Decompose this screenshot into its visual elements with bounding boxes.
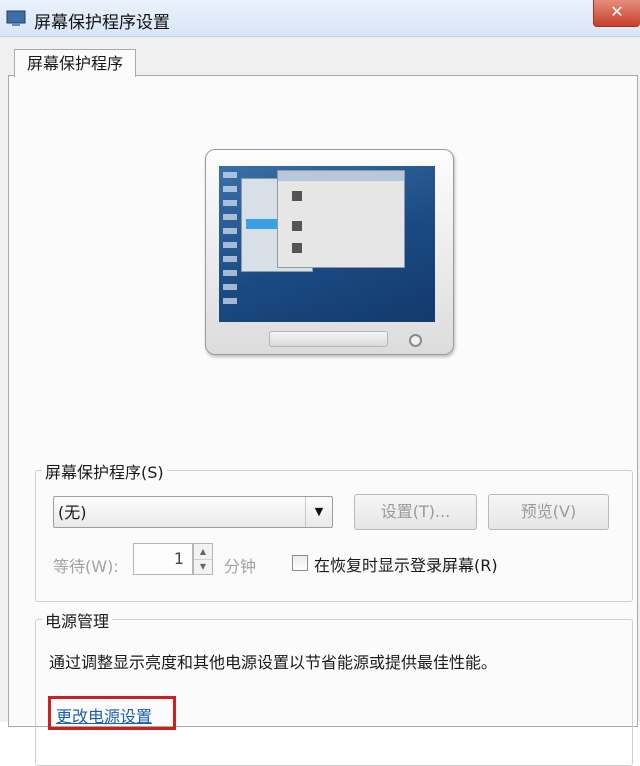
chevron-down-icon[interactable]: ▼	[305, 497, 332, 527]
minutes-label: 分钟	[224, 557, 257, 576]
monitor-base	[269, 331, 388, 347]
wait-minutes-input[interactable]: 1	[133, 543, 193, 575]
wait-label: 等待(W):	[53, 557, 119, 576]
preview-button[interactable]: 预览(V)	[488, 494, 609, 530]
power-group-label: 电源管理	[42, 608, 113, 632]
close-button[interactable]: ✕	[593, 0, 640, 27]
preview-window	[277, 170, 405, 268]
window-title: 屏幕保护程序设置	[34, 13, 170, 33]
spin-up-icon[interactable]: ▲	[194, 544, 212, 560]
screensaver-app-icon	[6, 10, 26, 26]
tab-screensaver[interactable]: 屏幕保护程序	[14, 49, 136, 77]
wait-spinner[interactable]: ▲ ▼	[193, 543, 213, 575]
resume-logon-label[interactable]: 在恢复时显示登录屏幕(R)	[314, 552, 498, 576]
settings-button[interactable]: 设置(T)...	[354, 494, 477, 530]
preview-screen	[219, 166, 435, 322]
change-power-settings-link[interactable]: 更改电源设置	[56, 703, 152, 727]
screensaver-select-value: (无)	[58, 503, 87, 522]
monitor-power-icon	[409, 334, 422, 347]
power-description: 通过调整显示亮度和其他电源设置以节省能源或提供最佳性能。	[49, 653, 498, 672]
monitor-preview	[205, 149, 454, 355]
screensaver-group: 屏幕保护程序(S) (无) ▼ 设置(T)... 预览(V) 等待(W): 1 …	[35, 459, 633, 602]
dialog-body: 屏幕保护程序 屏幕保护程序(S) (无) ▼ 设置(T)... 预览(V) 等待…	[0, 37, 640, 766]
title-bar: 屏幕保护程序设置 ✕	[0, 0, 640, 37]
spin-down-icon[interactable]: ▼	[194, 559, 212, 574]
tab-panel: 屏幕保护程序(S) (无) ▼ 设置(T)... 预览(V) 等待(W): 1 …	[8, 75, 638, 766]
screensaver-select[interactable]: (无) ▼	[53, 496, 333, 528]
resume-logon-checkbox[interactable]	[292, 555, 308, 571]
power-group: 电源管理 通过调整显示亮度和其他电源设置以节省能源或提供最佳性能。 更改电源设置	[35, 608, 633, 766]
power-link-highlight: 更改电源设置	[48, 696, 176, 730]
screensaver-group-label: 屏幕保护程序(S)	[42, 459, 167, 483]
desktop-icons	[223, 172, 237, 312]
